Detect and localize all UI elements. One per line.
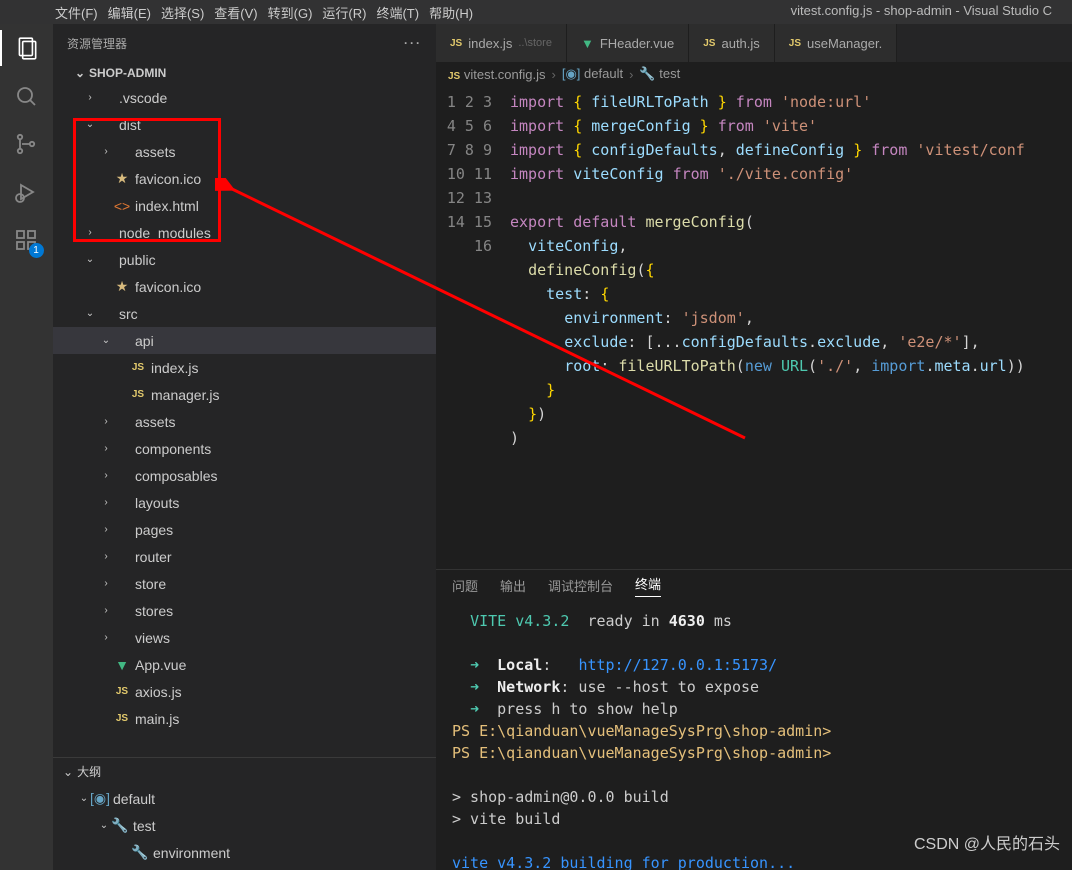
editor-tab[interactable]: ▼FHeader.vue: [567, 24, 689, 62]
project-name: SHOP-ADMIN: [89, 66, 166, 80]
tree-item[interactable]: ›pages: [53, 516, 436, 543]
editor-tab[interactable]: JSuseManager.: [775, 24, 897, 62]
outline-header[interactable]: ⌄大纲: [53, 758, 436, 785]
outline-item[interactable]: 🔧environment: [53, 839, 436, 866]
outline-tree[interactable]: ⌄[◉]default⌄🔧test🔧environment: [53, 785, 436, 870]
explorer-icon[interactable]: [14, 36, 40, 62]
menu-edit[interactable]: 编辑(E): [108, 3, 151, 22]
terminal-tab[interactable]: 调试控制台: [548, 576, 613, 595]
terminal-tabs[interactable]: 问题 输出 调试控制台 终端: [436, 570, 1072, 600]
tree-item[interactable]: ›stores: [53, 597, 436, 624]
tree-item[interactable]: ▼App.vue: [53, 651, 436, 678]
tree-item[interactable]: ›views: [53, 624, 436, 651]
menu-goto[interactable]: 转到(G): [268, 3, 313, 22]
tree-item[interactable]: ★favicon.ico: [53, 165, 436, 192]
file-tree[interactable]: ›.vscode⌄dist›assets★favicon.ico<>index.…: [53, 84, 436, 757]
menu-file[interactable]: 文件(F): [55, 3, 98, 22]
terminal-tab[interactable]: 输出: [500, 576, 526, 595]
tree-item[interactable]: ›assets: [53, 138, 436, 165]
tree-item[interactable]: ⌄src: [53, 300, 436, 327]
tree-item[interactable]: JSaxios.js: [53, 678, 436, 705]
tree-item[interactable]: JSmain.js: [53, 705, 436, 732]
extensions-icon[interactable]: 1: [14, 228, 40, 254]
tree-item[interactable]: ›.vscode: [53, 84, 436, 111]
menu-help[interactable]: 帮助(H): [429, 3, 473, 22]
crumb-item[interactable]: JS vitest.config.js: [448, 67, 546, 82]
project-header[interactable]: ⌄SHOP-ADMIN: [53, 62, 436, 84]
tree-item[interactable]: ⌄public: [53, 246, 436, 273]
menu-bar: 文件(F) 编辑(E) 选择(S) 查看(V) 转到(G) 运行(R) 终端(T…: [0, 0, 1072, 24]
editor-tab[interactable]: JSauth.js: [689, 24, 775, 62]
outline-item[interactable]: ⌄🔧test: [53, 812, 436, 839]
editor-tabs[interactable]: JSindex.js..\store▼FHeader.vueJSauth.jsJ…: [436, 24, 1072, 62]
terminal-tab[interactable]: 终端: [635, 574, 661, 597]
tree-item[interactable]: JSindex.js: [53, 354, 436, 381]
debug-icon[interactable]: [14, 180, 40, 206]
menu-terminal[interactable]: 终端(T): [376, 3, 419, 22]
breadcrumb[interactable]: JS vitest.config.js›[◉] default›🔧 test: [436, 62, 1072, 86]
search-icon[interactable]: [14, 84, 40, 110]
tree-item[interactable]: ›store: [53, 570, 436, 597]
tree-item[interactable]: JSmanager.js: [53, 381, 436, 408]
editor-tab[interactable]: JSindex.js..\store: [436, 24, 567, 62]
menu-select[interactable]: 选择(S): [161, 3, 204, 22]
menu-run[interactable]: 运行(R): [322, 3, 366, 22]
terminal-tab[interactable]: 问题: [452, 576, 478, 595]
crumb-item[interactable]: [◉] default: [562, 66, 623, 82]
sidebar-title: 资源管理器: [67, 35, 127, 52]
activity-bar: 1: [0, 24, 53, 870]
code-content[interactable]: import { fileURLToPath } from 'node:url'…: [510, 86, 1072, 569]
code-editor[interactable]: 1 2 3 4 5 6 7 8 9 10 11 12 13 14 15 16 i…: [436, 86, 1072, 569]
crumb-item[interactable]: 🔧 test: [639, 66, 680, 82]
extensions-badge: 1: [29, 243, 44, 258]
editor-area: JSindex.js..\store▼FHeader.vueJSauth.jsJ…: [436, 24, 1072, 870]
tree-item[interactable]: ⌄api: [53, 327, 436, 354]
window-title: vitest.config.js - shop-admin - Visual S…: [791, 3, 1052, 18]
tree-item[interactable]: ›components: [53, 435, 436, 462]
tree-item[interactable]: ›node_modules: [53, 219, 436, 246]
source-control-icon[interactable]: [14, 132, 40, 158]
terminal-panel: 问题输出调试控制台终端 VITE v4.3.2 ready in 4630 ms…: [436, 569, 1072, 870]
tree-item[interactable]: ›composables: [53, 462, 436, 489]
menu-view[interactable]: 查看(V): [214, 3, 257, 22]
line-numbers: 1 2 3 4 5 6 7 8 9 10 11 12 13 14 15 16: [436, 86, 510, 569]
outline-item[interactable]: ⌄[◉]default: [53, 785, 436, 812]
tree-item[interactable]: ★favicon.ico: [53, 273, 436, 300]
tree-item[interactable]: ›router: [53, 543, 436, 570]
tree-item[interactable]: ›layouts: [53, 489, 436, 516]
watermark: CSDN @人民的石头: [914, 830, 1060, 854]
tree-item[interactable]: ›assets: [53, 408, 436, 435]
tree-item[interactable]: <>index.html: [53, 192, 436, 219]
sidebar: 资源管理器 ··· ⌄SHOP-ADMIN ›.vscode⌄dist›asse…: [53, 24, 436, 870]
tree-item[interactable]: ⌄dist: [53, 111, 436, 138]
sidebar-more-icon[interactable]: ···: [404, 36, 422, 50]
